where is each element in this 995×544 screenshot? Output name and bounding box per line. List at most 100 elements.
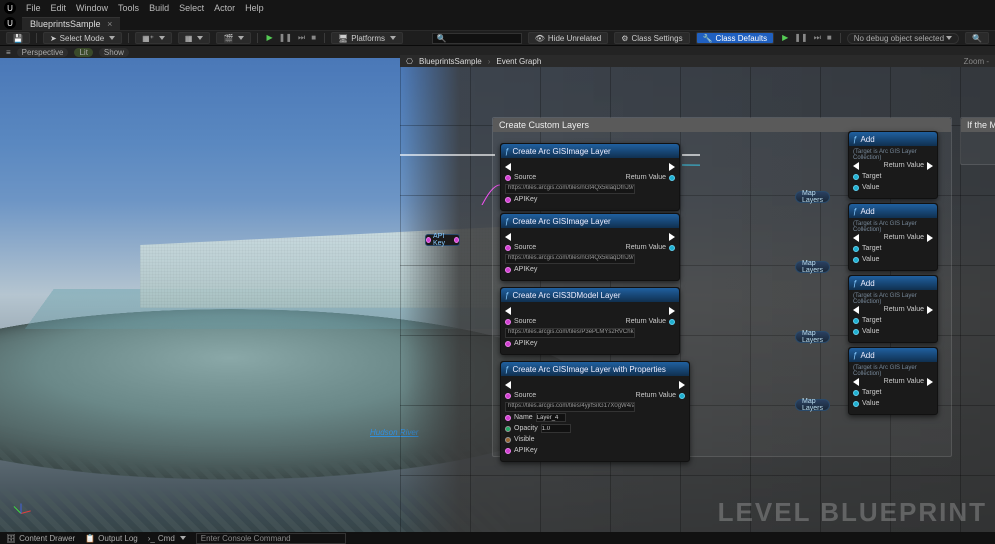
apikey-variable-node[interactable]: API Key [425,234,460,246]
cinematics-button[interactable]: 🎬 [216,32,251,44]
stop-button[interactable]: ■ [825,33,834,43]
exec-in-pin[interactable] [853,378,859,386]
perspective-dropdown[interactable]: Perspective [17,48,69,57]
exec-out-pin[interactable] [669,163,675,171]
exec-in-pin[interactable] [853,234,859,242]
add-content-button[interactable]: ▦⁺ [135,32,172,44]
platforms-dropdown[interactable]: 🖥 Platforms [331,32,403,44]
return-value-pin[interactable]: Return Value [626,318,675,325]
exec-out-pin[interactable] [669,307,675,315]
console-command-input[interactable]: Enter Console Command [196,533,346,544]
search-find-results[interactable]: 🔍 [432,33,522,44]
apikey-pin[interactable]: APIKey [505,447,537,454]
maplayers-node-2[interactable]: Map Layers [795,261,830,273]
menu-actor[interactable]: Actor [214,3,235,13]
apikey-pin[interactable]: APIKey [505,340,537,347]
pause-button[interactable]: ❚❚ [277,33,294,43]
source-url-field[interactable]: https://tiles.arcgis.com/tiles/4yjifSiIG… [505,402,635,412]
class-defaults-button[interactable]: 🔧 Class Defaults [696,32,775,44]
return-value-pin[interactable]: Return Value [884,234,933,242]
target-pin[interactable]: Target [853,245,881,252]
value-pin[interactable]: Value [853,256,879,263]
maplayers-node-3[interactable]: Map Layers [795,331,830,343]
opacity-pin[interactable]: Opacity [505,424,571,433]
source-url-field[interactable]: https://tiles.arcgis.com/tiles/nGt4Qx5kl… [505,254,635,264]
maplayers-node-1[interactable]: Map Layers [795,191,830,203]
source-pin[interactable]: Source [505,318,536,325]
source-pin[interactable]: Source [505,174,536,181]
menu-tools[interactable]: Tools [118,3,139,13]
exec-out-pin[interactable] [669,233,675,241]
exec-in-pin[interactable] [505,233,511,241]
return-value-pin[interactable]: Return Value [626,244,675,251]
breadcrumb-root[interactable]: BlueprintsSample [419,57,482,66]
node-add-1[interactable]: ƒAdd (Target is Arc GIS Layer Collection… [848,131,938,199]
viewport-options-button[interactable]: ≡ [6,48,11,57]
value-pin[interactable]: Value [853,184,879,191]
menu-select[interactable]: Select [179,3,204,13]
play-button[interactable]: ▶ [780,33,790,43]
play-button[interactable]: ▶ [264,33,274,43]
source-url-field[interactable]: https://tiles.arcgis.com/tiles/nGt4Qx5kl… [505,184,635,194]
name-field[interactable] [536,413,566,422]
node-add-2[interactable]: ƒAdd (Target is Arc GIS Layer Collection… [848,203,938,271]
pause-button[interactable]: ❚❚ [792,33,809,43]
breadcrumb-graph[interactable]: Event Graph [496,57,541,66]
output-log-button[interactable]: 📋Output Log [85,534,138,543]
menu-help[interactable]: Help [245,3,264,13]
value-pin[interactable]: Value [853,400,879,407]
visible-pin[interactable]: Visible [505,436,535,443]
menu-build[interactable]: Build [149,3,169,13]
hide-unrelated-toggle[interactable]: 👁 Hide Unrelated [528,32,609,44]
marketplace-button[interactable]: ▦ [178,32,211,44]
exec-out-pin[interactable] [679,381,685,389]
stop-button[interactable]: ■ [309,33,318,43]
pin-out[interactable] [454,237,459,243]
return-value-pin[interactable]: Return Value [636,392,685,399]
find-in-blueprint-button[interactable]: 🔍 [965,32,989,44]
exec-in-pin[interactable] [505,307,511,315]
opacity-field[interactable] [541,424,571,433]
step-button[interactable]: ⏭ [296,33,307,43]
content-drawer-button[interactable]: 🗄Content Drawer [6,534,75,543]
return-value-pin[interactable]: Return Value [884,306,933,314]
project-tab[interactable]: BlueprintsSample × [22,17,120,30]
node-create-3dmodel-layer[interactable]: ƒCreate Arc GIS3DModel Layer SourceRetur… [500,287,680,355]
target-pin[interactable]: Target [853,317,881,324]
select-mode-dropdown[interactable]: ➤ Select Mode [43,32,122,44]
source-pin[interactable]: Source [505,244,536,251]
comment-title[interactable]: Create Custom Layers [493,118,951,132]
cmd-dropdown[interactable]: ›_Cmd [148,534,186,543]
node-create-image-layer-1[interactable]: ƒCreate Arc GISImage Layer SourceReturn … [500,143,680,211]
exec-in-pin[interactable] [853,306,859,314]
value-pin[interactable]: Value [853,328,879,335]
name-pin[interactable]: Name [505,413,566,422]
return-value-pin[interactable]: Return Value [884,162,933,170]
show-dropdown[interactable]: Show [99,48,129,57]
maplayers-node-4[interactable]: Map Layers [795,399,830,411]
node-create-image-layer-2[interactable]: ƒCreate Arc GISImage Layer SourceReturn … [500,213,680,281]
return-value-pin[interactable]: Return Value [884,378,933,386]
menu-file[interactable]: File [26,3,41,13]
comment-if-map[interactable]: If the M [960,117,995,165]
return-value-pin[interactable]: Return Value [626,174,675,181]
menu-edit[interactable]: Edit [51,3,67,13]
apikey-pin[interactable]: APIKey [505,196,537,203]
comment-title[interactable]: If the M [961,118,995,132]
exec-in-pin[interactable] [505,381,511,389]
node-add-3[interactable]: ƒAdd (Target is Arc GIS Layer Collection… [848,275,938,343]
source-url-field[interactable]: https://tiles.arcgis.com/tiles/P3ePLMYs2… [505,328,635,338]
close-icon[interactable]: × [107,19,112,29]
menu-window[interactable]: Window [76,3,108,13]
node-add-4[interactable]: ƒAdd (Target is Arc GIS Layer Collection… [848,347,938,415]
debug-object-dropdown[interactable]: No debug object selected [847,33,959,44]
blueprint-graph[interactable]: ⎔ BlueprintsSample › Event Graph Zoom - … [400,55,995,532]
class-settings-button[interactable]: ⚙ Class Settings [614,32,689,44]
node-create-image-layer-props[interactable]: ƒCreate Arc GISImage Layer with Properti… [500,361,690,462]
target-pin[interactable]: Target [853,389,881,396]
save-button[interactable]: 💾 [6,32,30,44]
apikey-pin[interactable]: APIKey [505,266,537,273]
pin-out[interactable] [426,237,431,243]
target-pin[interactable]: Target [853,173,881,180]
lit-dropdown[interactable]: Lit [74,48,92,57]
